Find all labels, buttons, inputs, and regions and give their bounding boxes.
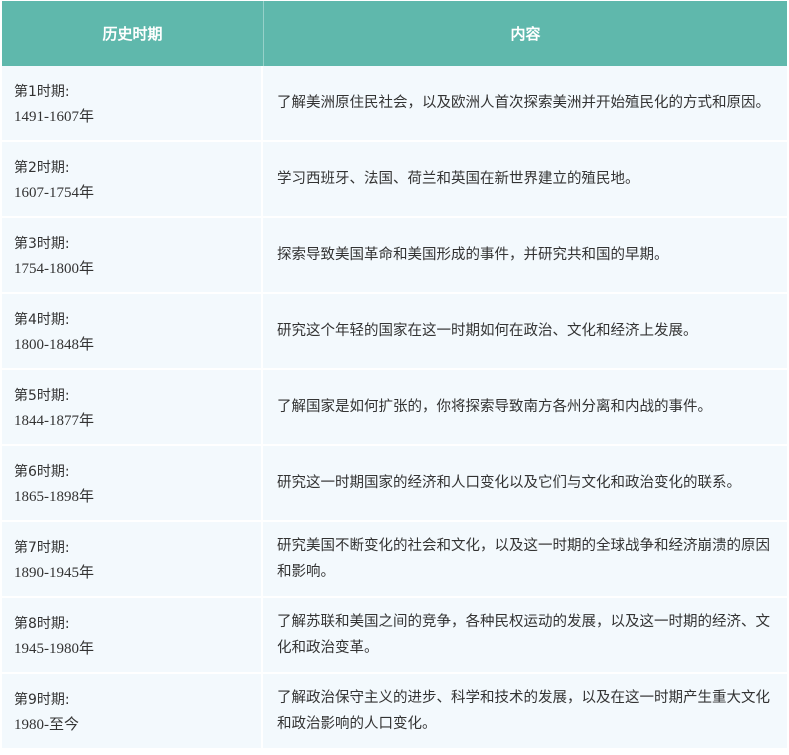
period-years: 1607-1754年 [14,185,94,201]
content-cell: 了解苏联和美国之间的竞争，各种民权运动的发展，以及这一时期的经济、文化和政治变革… [277,614,770,656]
table-row: 第1时期: 1491-1607年 了解美洲原住民社会，以及欧洲人首次探索美洲并开… [2,66,787,142]
period-years: 1844-1877年 [14,413,94,429]
period-cell: 第8时期: 1945-1980年 [2,598,263,672]
table-row: 第5时期: 1844-1877年 了解国家是如何扩张的，你将探索导致南方各州分离… [2,370,787,446]
header-content: 内容 [510,25,541,43]
period-cell: 第4时期: 1800-1848年 [2,294,263,368]
content-cell: 了解国家是如何扩张的，你将探索导致南方各州分离和内战的事件。 [277,399,712,415]
period-label: 第3时期: [14,236,70,252]
table-row: 第6时期: 1865-1898年 研究这一时期国家的经济和人口变化以及它们与文化… [2,446,787,522]
period-label: 第7时期: [14,540,70,556]
period-label: 第5时期: [14,388,70,404]
history-periods-table: 历史时期 内容 第1时期: 1491-1607年 了解美洲原住民社会，以及欧洲人… [2,1,787,750]
content-cell: 学习西班牙、法国、荷兰和英国在新世界建立的殖民地。 [277,171,640,187]
table-row: 第7时期: 1890-1945年 研究美国不断变化的社会和文化，以及这一时期的全… [2,522,787,598]
period-years: 1754-1800年 [14,261,94,277]
period-cell: 第6时期: 1865-1898年 [2,446,263,520]
table-header: 历史时期 内容 [2,1,787,66]
period-cell: 第3时期: 1754-1800年 [2,218,263,292]
content-cell: 研究这个年轻的国家在这一时期如何在政治、文化和经济上发展。 [277,323,698,339]
table-row: 第9时期: 1980-至今 了解政治保守主义的进步、科学和技术的发展，以及在这一… [2,674,787,750]
period-label: 第6时期: [14,464,70,480]
period-years: 1491-1607年 [14,109,94,125]
content-cell: 了解美洲原住民社会，以及欧洲人首次探索美洲并开始殖民化的方式和原因。 [277,95,770,111]
content-cell: 研究这一时期国家的经济和人口变化以及它们与文化和政治变化的联系。 [277,475,741,491]
period-cell: 第7时期: 1890-1945年 [2,522,263,596]
period-cell: 第5时期: 1844-1877年 [2,370,263,444]
content-cell: 探索导致美国革命和美国形成的事件，并研究共和国的早期。 [277,247,669,263]
period-label: 第2时期: [14,160,70,176]
period-cell: 第2时期: 1607-1754年 [2,142,263,216]
period-years: 1980-至今 [14,717,79,733]
period-years: 1865-1898年 [14,489,94,505]
period-years: 1945-1980年 [14,641,94,657]
content-cell: 了解政治保守主义的进步、科学和技术的发展，以及在这一时期产生重大文化和政治影响的… [277,690,770,732]
period-cell: 第9时期: 1980-至今 [2,674,263,748]
table-row: 第4时期: 1800-1848年 研究这个年轻的国家在这一时期如何在政治、文化和… [2,294,787,370]
table-row: 第8时期: 1945-1980年 了解苏联和美国之间的竞争，各种民权运动的发展，… [2,598,787,674]
header-period: 历史时期 [2,1,264,66]
period-label: 第8时期: [14,616,70,632]
content-cell: 研究美国不断变化的社会和文化，以及这一时期的全球战争和经济崩溃的原因和影响。 [277,538,770,580]
period-label: 第1时期: [14,84,70,100]
period-cell: 第1时期: 1491-1607年 [2,66,263,140]
period-years: 1890-1945年 [14,565,94,581]
period-label: 第9时期: [14,692,70,708]
table-row: 第3时期: 1754-1800年 探索导致美国革命和美国形成的事件，并研究共和国… [2,218,787,294]
period-years: 1800-1848年 [14,337,94,353]
period-label: 第4时期: [14,312,70,328]
table-row: 第2时期: 1607-1754年 学习西班牙、法国、荷兰和英国在新世界建立的殖民… [2,142,787,218]
